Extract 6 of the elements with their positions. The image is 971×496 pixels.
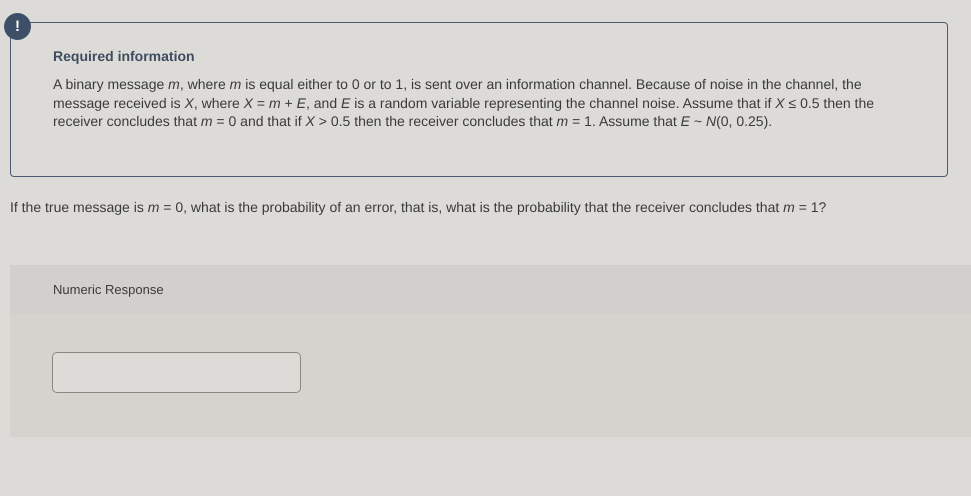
answer-field[interactable] xyxy=(52,352,301,393)
question-text: If the true message is m = 0, what is the probability of an error, that is, what is the probability that the receiver concludes that m = 1? xyxy=(10,199,828,215)
response-label: Numeric Response xyxy=(53,282,164,297)
alert-badge: ! xyxy=(4,13,31,40)
info-title: Required information xyxy=(53,48,196,64)
info-text: A binary message m, where m is equal either to 0 or to 1, is sent over an information channel. Because of noise in the channel, the message received is X, where X = m + E, and E is a random variable representing the channel noise. Assume that if X ≤ 0.5 then the receiver concludes that m = 0 and that if X > 0.5 then the receiver concludes that m = 1. Assume that E ~ N(0, 0.25). xyxy=(53,75,876,130)
